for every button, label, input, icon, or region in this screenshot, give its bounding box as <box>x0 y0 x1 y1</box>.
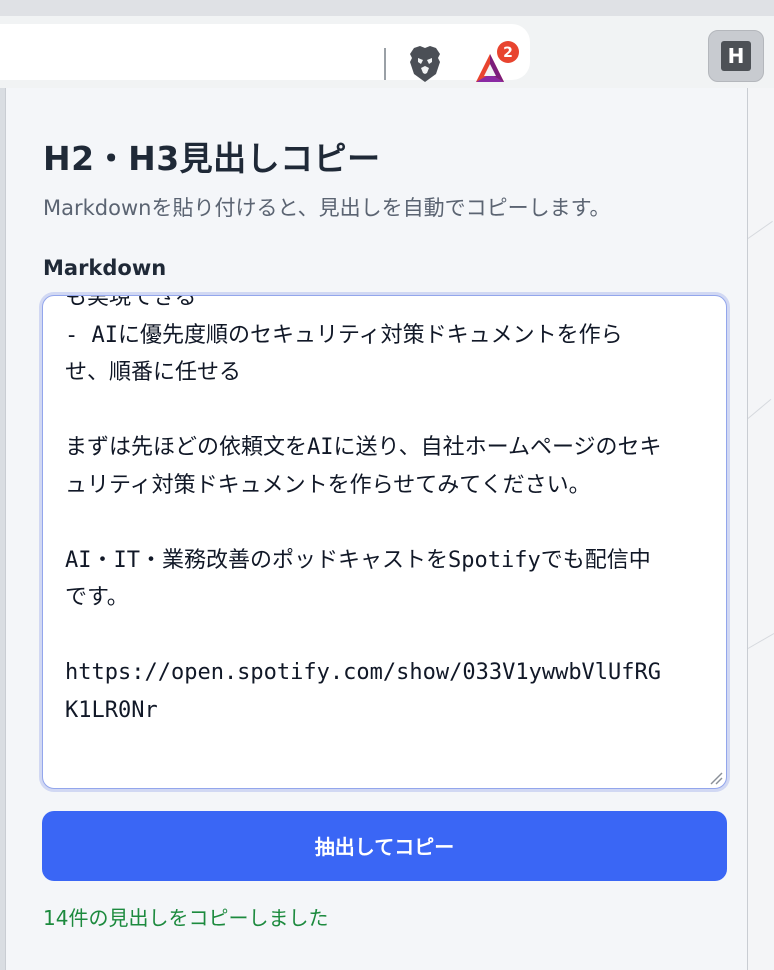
extract-copy-button[interactable]: 抽出してコピー <box>42 811 727 881</box>
popup-title: H2・H3見出しコピー <box>43 139 381 178</box>
brave-lion-icon[interactable] <box>406 44 444 84</box>
markdown-field-label: Markdown <box>43 256 167 280</box>
extension-h-button[interactable]: H <box>708 30 764 82</box>
extension-h-icon: H <box>721 41 751 71</box>
status-message: 14件の見出しをコピーしました <box>43 906 329 930</box>
page-background-right <box>747 88 774 970</box>
markdown-input[interactable]: も実現できる - AIに優先度順のセキュリティ対策ドキュメントを作ら せ、順番に… <box>43 296 726 771</box>
extension-popup: H2・H3見出しコピー Markdownを貼り付けると、見出しを自動でコピーしま… <box>5 88 748 970</box>
address-bar-divider <box>384 48 386 80</box>
bat-rewards-icon[interactable]: 2 <box>472 40 520 84</box>
browser-tab-strip <box>0 0 774 16</box>
browser-toolbar: 2 H <box>0 16 774 88</box>
bat-badge-count: 2 <box>503 45 513 61</box>
markdown-input-frame: も実現できる - AIに優先度順のセキュリティ対策ドキュメントを作ら せ、順番に… <box>42 295 727 789</box>
resize-handle-icon[interactable] <box>709 771 723 785</box>
address-bar[interactable]: 2 <box>0 24 530 82</box>
popup-subtitle: Markdownを貼り付けると、見出しを自動でコピーします。 <box>43 196 611 220</box>
